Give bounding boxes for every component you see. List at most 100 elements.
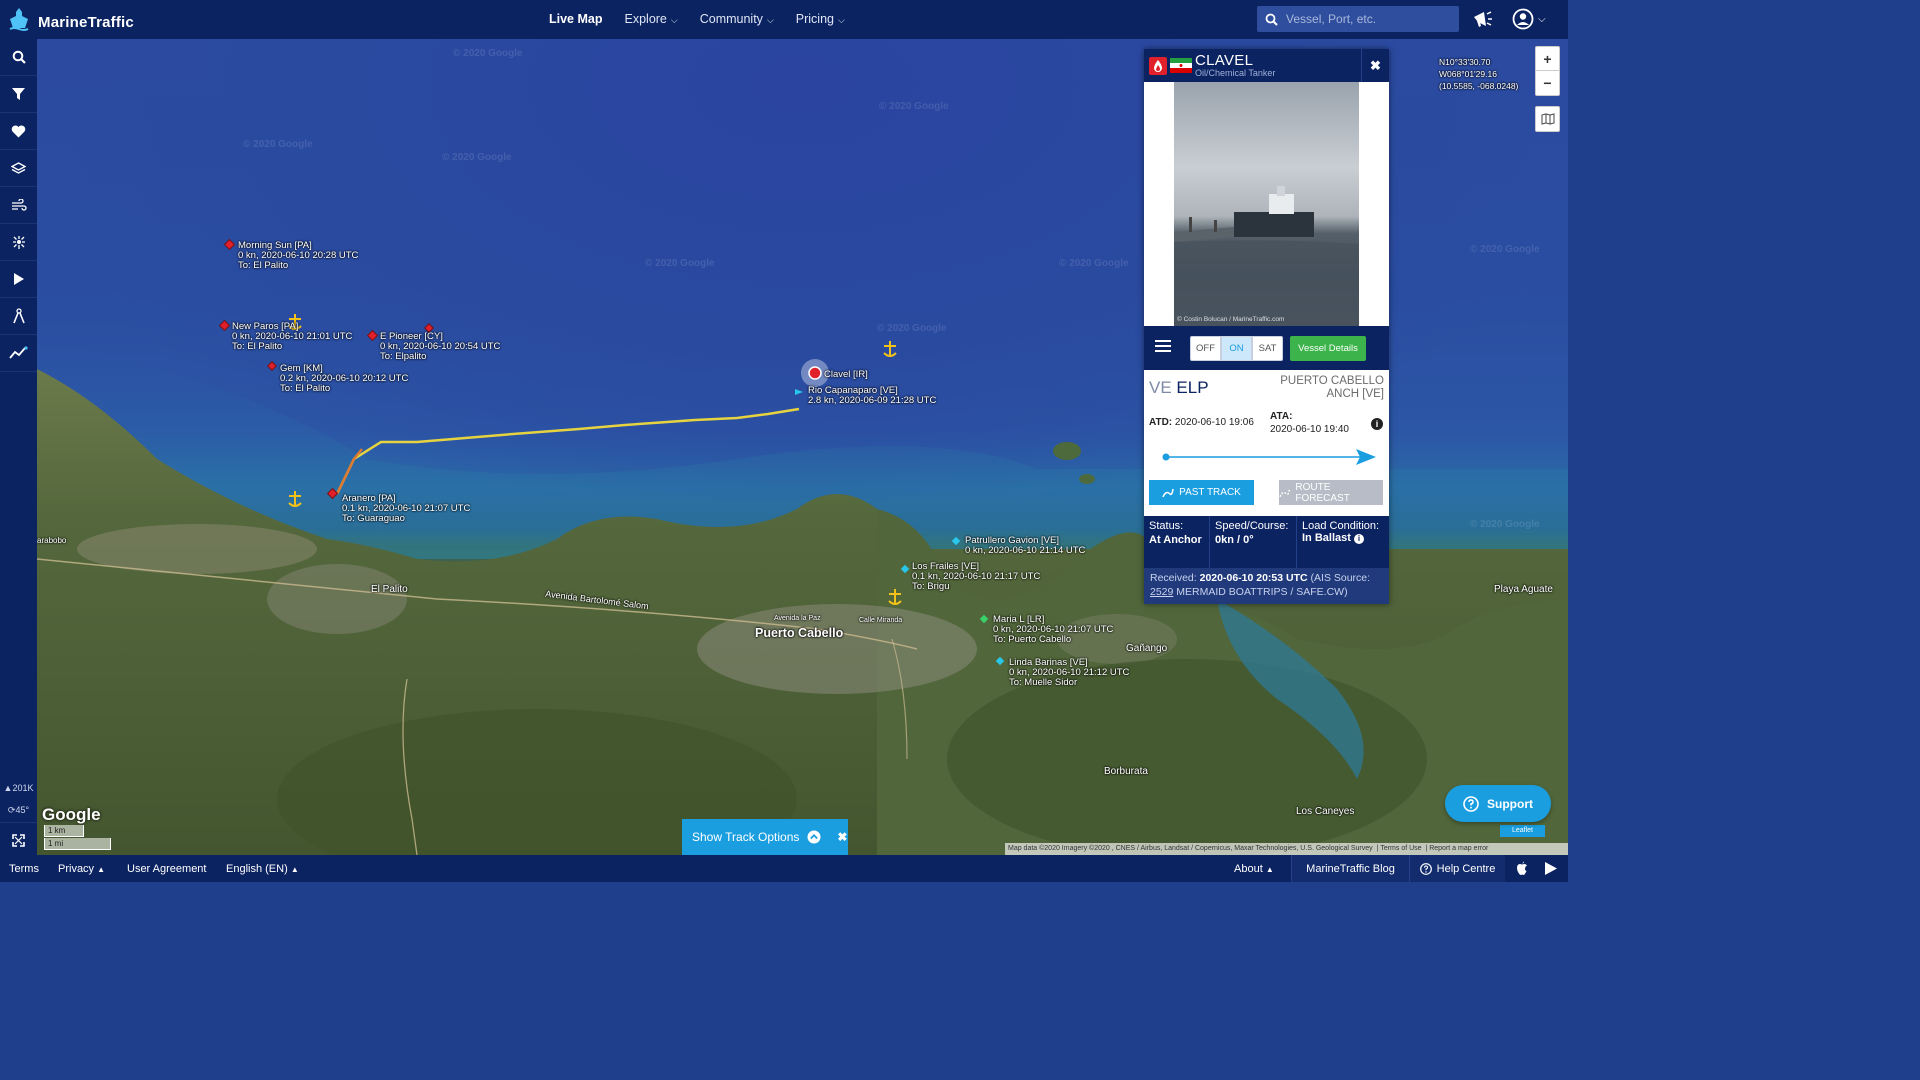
playback-button[interactable]	[0, 261, 37, 298]
compass-measure-icon	[12, 308, 25, 324]
vessel-photo[interactable]: © Costin Bolucan / MarineTraffic.com	[1144, 82, 1389, 326]
vessel-label-patrullero-gavion[interactable]: Patrullero Gavion [VE] 0 kn, 2020-06-10 …	[965, 536, 1085, 556]
chevron-down-icon: ⌵	[766, 15, 774, 25]
marinetraffic-logo[interactable]: MarineTraffic	[6, 6, 134, 32]
destination-port[interactable]: PUERTO CABELLO ANCH [VE]	[1264, 375, 1384, 401]
vessel-marker-morning-sun[interactable]	[223, 238, 236, 251]
footer-privacy-link[interactable]: Privacy ▲	[58, 863, 105, 875]
vessel-destination: To: Muelle Sidor	[1009, 677, 1078, 688]
vessel-marker-los-frailes[interactable]	[900, 564, 910, 574]
layers-button[interactable]	[0, 150, 37, 187]
map-type-control	[1535, 106, 1560, 132]
origin-port[interactable]: ELP	[1176, 378, 1208, 397]
vessel-marker-e-pioneer[interactable]	[366, 329, 379, 342]
vessel-marker-linda-barinas[interactable]	[995, 656, 1005, 666]
search-box[interactable]	[1257, 6, 1459, 32]
vessel-marker-patrullero-gavion[interactable]	[951, 536, 961, 546]
voyage-progress-bar	[1162, 449, 1376, 465]
vessel-details-button[interactable]: Vessel Details	[1290, 336, 1366, 361]
weather-button[interactable]	[0, 187, 37, 224]
vessel-label-rio-capanaparo[interactable]: Rio Capanaparo [VE] 2.8 kn, 2020-06-09 2…	[808, 386, 936, 406]
support-button[interactable]: Support	[1445, 785, 1551, 822]
nav-live-map[interactable]: Live Map	[549, 12, 603, 26]
place-puerto-cabello: Puerto Cabello	[755, 626, 844, 640]
search-input[interactable]	[1286, 12, 1446, 26]
analytics-button[interactable]	[0, 335, 37, 372]
vessel-label-clavel[interactable]: Clavel [IR]	[824, 370, 868, 380]
report-error-link[interactable]: Report a map error	[1429, 845, 1488, 852]
vessel-label-maria-l[interactable]: Maria L [LR] 0 kn, 2020-06-10 21:07 UTC …	[993, 615, 1113, 645]
terms-of-use-link[interactable]: Terms of Use	[1380, 845, 1421, 852]
show-track-options-button[interactable]: Show Track Options ✖	[682, 819, 848, 855]
vessel-label-new-paros[interactable]: New Paros [PA] 0 kn, 2020-06-10 21:01 UT…	[232, 322, 352, 352]
search-icon	[1265, 13, 1278, 26]
megaphone-icon[interactable]	[1472, 9, 1494, 29]
vessel-type: Oil/Chemical Tanker	[1195, 68, 1276, 78]
density-button[interactable]	[0, 224, 37, 261]
play-icon	[13, 273, 24, 285]
attribution-text: Map data ©2020 Imagery ©2020 , CNES / Ai…	[1008, 845, 1373, 852]
vessel-status-row: Status: At Anchor Speed/Course: 0kn / 0°…	[1144, 516, 1389, 568]
past-track-button[interactable]: PAST TRACK	[1149, 480, 1254, 505]
vessel-panel-toolbar: OFF ON SAT Vessel Details	[1144, 326, 1389, 370]
vessel-marker-aranero[interactable]	[326, 487, 339, 500]
photo-credit: © Costin Bolucan / MarineTraffic.com	[1177, 316, 1285, 323]
zoom-out-button[interactable]: −	[1536, 71, 1559, 95]
vessel-marker-new-paros[interactable]	[218, 319, 231, 332]
vessel-destination: To: El Palito	[238, 260, 289, 271]
map-icon	[1540, 113, 1555, 125]
hamburger-menu-icon[interactable]	[1155, 339, 1171, 358]
filter-button[interactable]	[0, 76, 37, 113]
coord-lon: W068°01'29.16	[1439, 69, 1497, 79]
vessel-label-linda-barinas[interactable]: Linda Barinas [VE] 0 kn, 2020-06-10 21:1…	[1009, 658, 1129, 688]
vessel-label-los-frailes[interactable]: Los Frailes [VE] 0.1 kn, 2020-06-10 21:1…	[912, 562, 1040, 592]
footer-help-centre-link[interactable]: Help Centre	[1409, 855, 1505, 882]
origin-country: VE	[1149, 378, 1172, 397]
nav-explore[interactable]: Explore ⌵	[625, 12, 678, 26]
vessel-label-e-pioneer[interactable]: E Pioneer [CY] 0 kn, 2020-06-10 20:54 UT…	[380, 332, 500, 362]
search-tool-button[interactable]	[0, 39, 37, 76]
nav-community[interactable]: Community ⌵	[700, 12, 774, 26]
atd-value: 2020-06-10 19:06	[1174, 417, 1254, 428]
chevron-up-circle-icon	[807, 830, 821, 844]
toggle-on[interactable]: ON	[1221, 336, 1252, 361]
close-icon[interactable]: ✖	[837, 830, 847, 844]
leaflet-link[interactable]: Leaflet	[1500, 825, 1545, 837]
footer-blog-link[interactable]: MarineTraffic Blog	[1291, 855, 1409, 882]
vessel-marker-gem[interactable]	[267, 361, 277, 371]
google-play-icon[interactable]	[1544, 861, 1558, 876]
vessel-label-aranero[interactable]: Aranero [PA] 0.1 kn, 2020-06-10 21:07 UT…	[342, 494, 470, 524]
speed-course-cell: Speed/Course: 0kn / 0°	[1210, 516, 1297, 568]
footer-about-link[interactable]: About ▲	[1234, 863, 1274, 875]
ais-station-link[interactable]: 2529	[1150, 586, 1173, 598]
status-label: Status:	[1149, 520, 1184, 532]
vessel-label-morning-sun[interactable]: Morning Sun [PA] 0 kn, 2020-06-10 20:28 …	[238, 241, 358, 271]
toggle-sat[interactable]: SAT	[1252, 336, 1283, 361]
account-menu[interactable]: ⌵	[1512, 8, 1546, 30]
top-navbar: MarineTraffic Live Map Explore ⌵ Communit…	[0, 0, 1568, 39]
rotation-indicator[interactable]: ⟳45°	[0, 805, 37, 816]
apple-icon[interactable]	[1515, 861, 1529, 876]
my-fleet-button[interactable]	[0, 113, 37, 150]
zoom-in-button[interactable]: +	[1536, 47, 1559, 71]
wind-icon	[11, 198, 27, 211]
coord-decimal: (10.5585, -068.0248)	[1439, 81, 1519, 91]
close-icon[interactable]: ✖	[1361, 49, 1389, 82]
map-type-button[interactable]	[1536, 107, 1559, 131]
nav-pricing[interactable]: Pricing ⌵	[796, 12, 845, 26]
vessel-marker-maria-l[interactable]	[979, 614, 989, 624]
footer-user-agreement-link[interactable]: User Agreement	[127, 863, 206, 875]
place-los-caneyes: Los Caneyes	[1296, 806, 1355, 817]
measure-button[interactable]	[0, 298, 37, 335]
footer-terms-link[interactable]: Terms	[9, 863, 39, 875]
toggle-off[interactable]: OFF	[1190, 336, 1221, 361]
nav-label: Pricing	[795, 12, 834, 26]
route-forecast-button[interactable]: ROUTE FORECAST	[1279, 480, 1383, 505]
info-icon[interactable]: i	[1353, 534, 1364, 544]
fullscreen-button[interactable]	[0, 822, 37, 859]
tanker-ship-illustration	[1174, 186, 1359, 326]
vessel-label-gem[interactable]: Gem [KM] 0.2 kn, 2020-06-10 20:12 UTC To…	[280, 364, 408, 394]
vessel-marker-rio-capanaparo[interactable]	[795, 389, 803, 395]
footer-language-select[interactable]: English (EN) ▲	[226, 863, 299, 875]
info-icon[interactable]: i	[1371, 418, 1383, 430]
